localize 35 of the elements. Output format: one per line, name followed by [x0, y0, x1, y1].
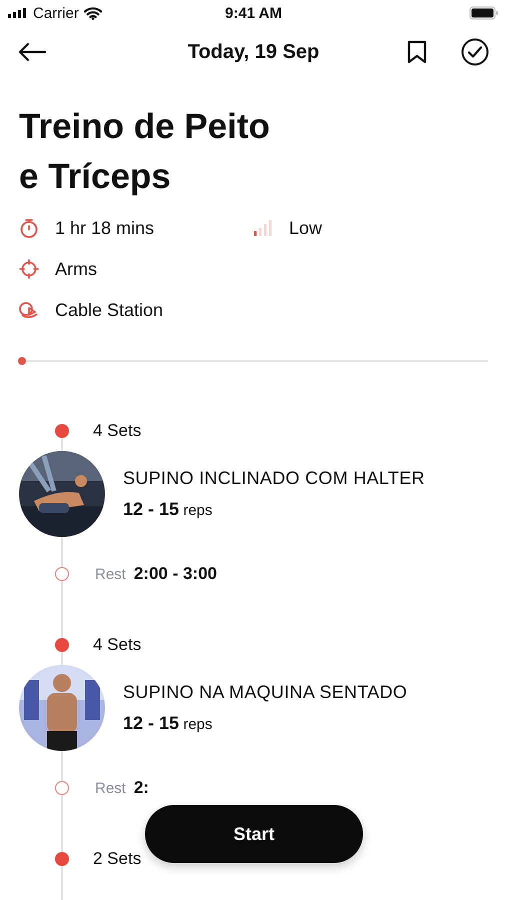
- timeline-dot: [55, 424, 69, 438]
- back-button[interactable]: [18, 42, 46, 62]
- timeline-ring: [55, 781, 69, 795]
- timeline-dot: [55, 638, 69, 652]
- wifi-icon: [84, 6, 102, 20]
- crosshair-icon: [19, 259, 39, 279]
- workout-title: Treino de Peito e Tríceps: [19, 106, 271, 198]
- meta-label: Low: [289, 218, 322, 238]
- sets-count: 4 Sets: [93, 421, 142, 441]
- carrier-name: Carrier: [33, 4, 79, 22]
- reps-text: 12 - 15 reps: [123, 499, 214, 520]
- bookmark-button[interactable]: [407, 40, 427, 64]
- stopwatch-icon: [19, 218, 39, 238]
- sets-count: 4 Sets: [93, 635, 142, 655]
- page-title: Today, 19 Sep: [188, 40, 320, 64]
- sets-count: 2 Sets: [93, 849, 142, 869]
- battery-icon: [469, 6, 499, 20]
- rest-duration: 2:00 - 3:00: [134, 564, 218, 584]
- signal-icon: [8, 8, 28, 18]
- timeline-dot: [55, 852, 69, 866]
- meta-label: Arms: [55, 258, 97, 280]
- intensity-bars-icon: [253, 220, 273, 236]
- status-time: 9:41 AM: [225, 4, 282, 22]
- cable-icon: [19, 301, 39, 319]
- exercise-name: SUPINO NA MAQUINA SENTADO: [123, 682, 408, 703]
- rest-label: Rest: [95, 780, 126, 796]
- reps-text: 12 - 15 reps: [123, 713, 214, 734]
- rest-duration: 2:: [134, 778, 149, 798]
- complete-button[interactable]: [461, 38, 489, 66]
- timeline-ring: [55, 567, 69, 581]
- rest-label: Rest: [95, 566, 126, 582]
- meta-label: 1 hr 18 mins: [55, 218, 154, 238]
- start-button[interactable]: Start: [145, 805, 363, 863]
- exercise-name: SUPINO INCLINADO COM HALTER: [123, 468, 425, 489]
- meta-label: Cable Station: [55, 300, 164, 320]
